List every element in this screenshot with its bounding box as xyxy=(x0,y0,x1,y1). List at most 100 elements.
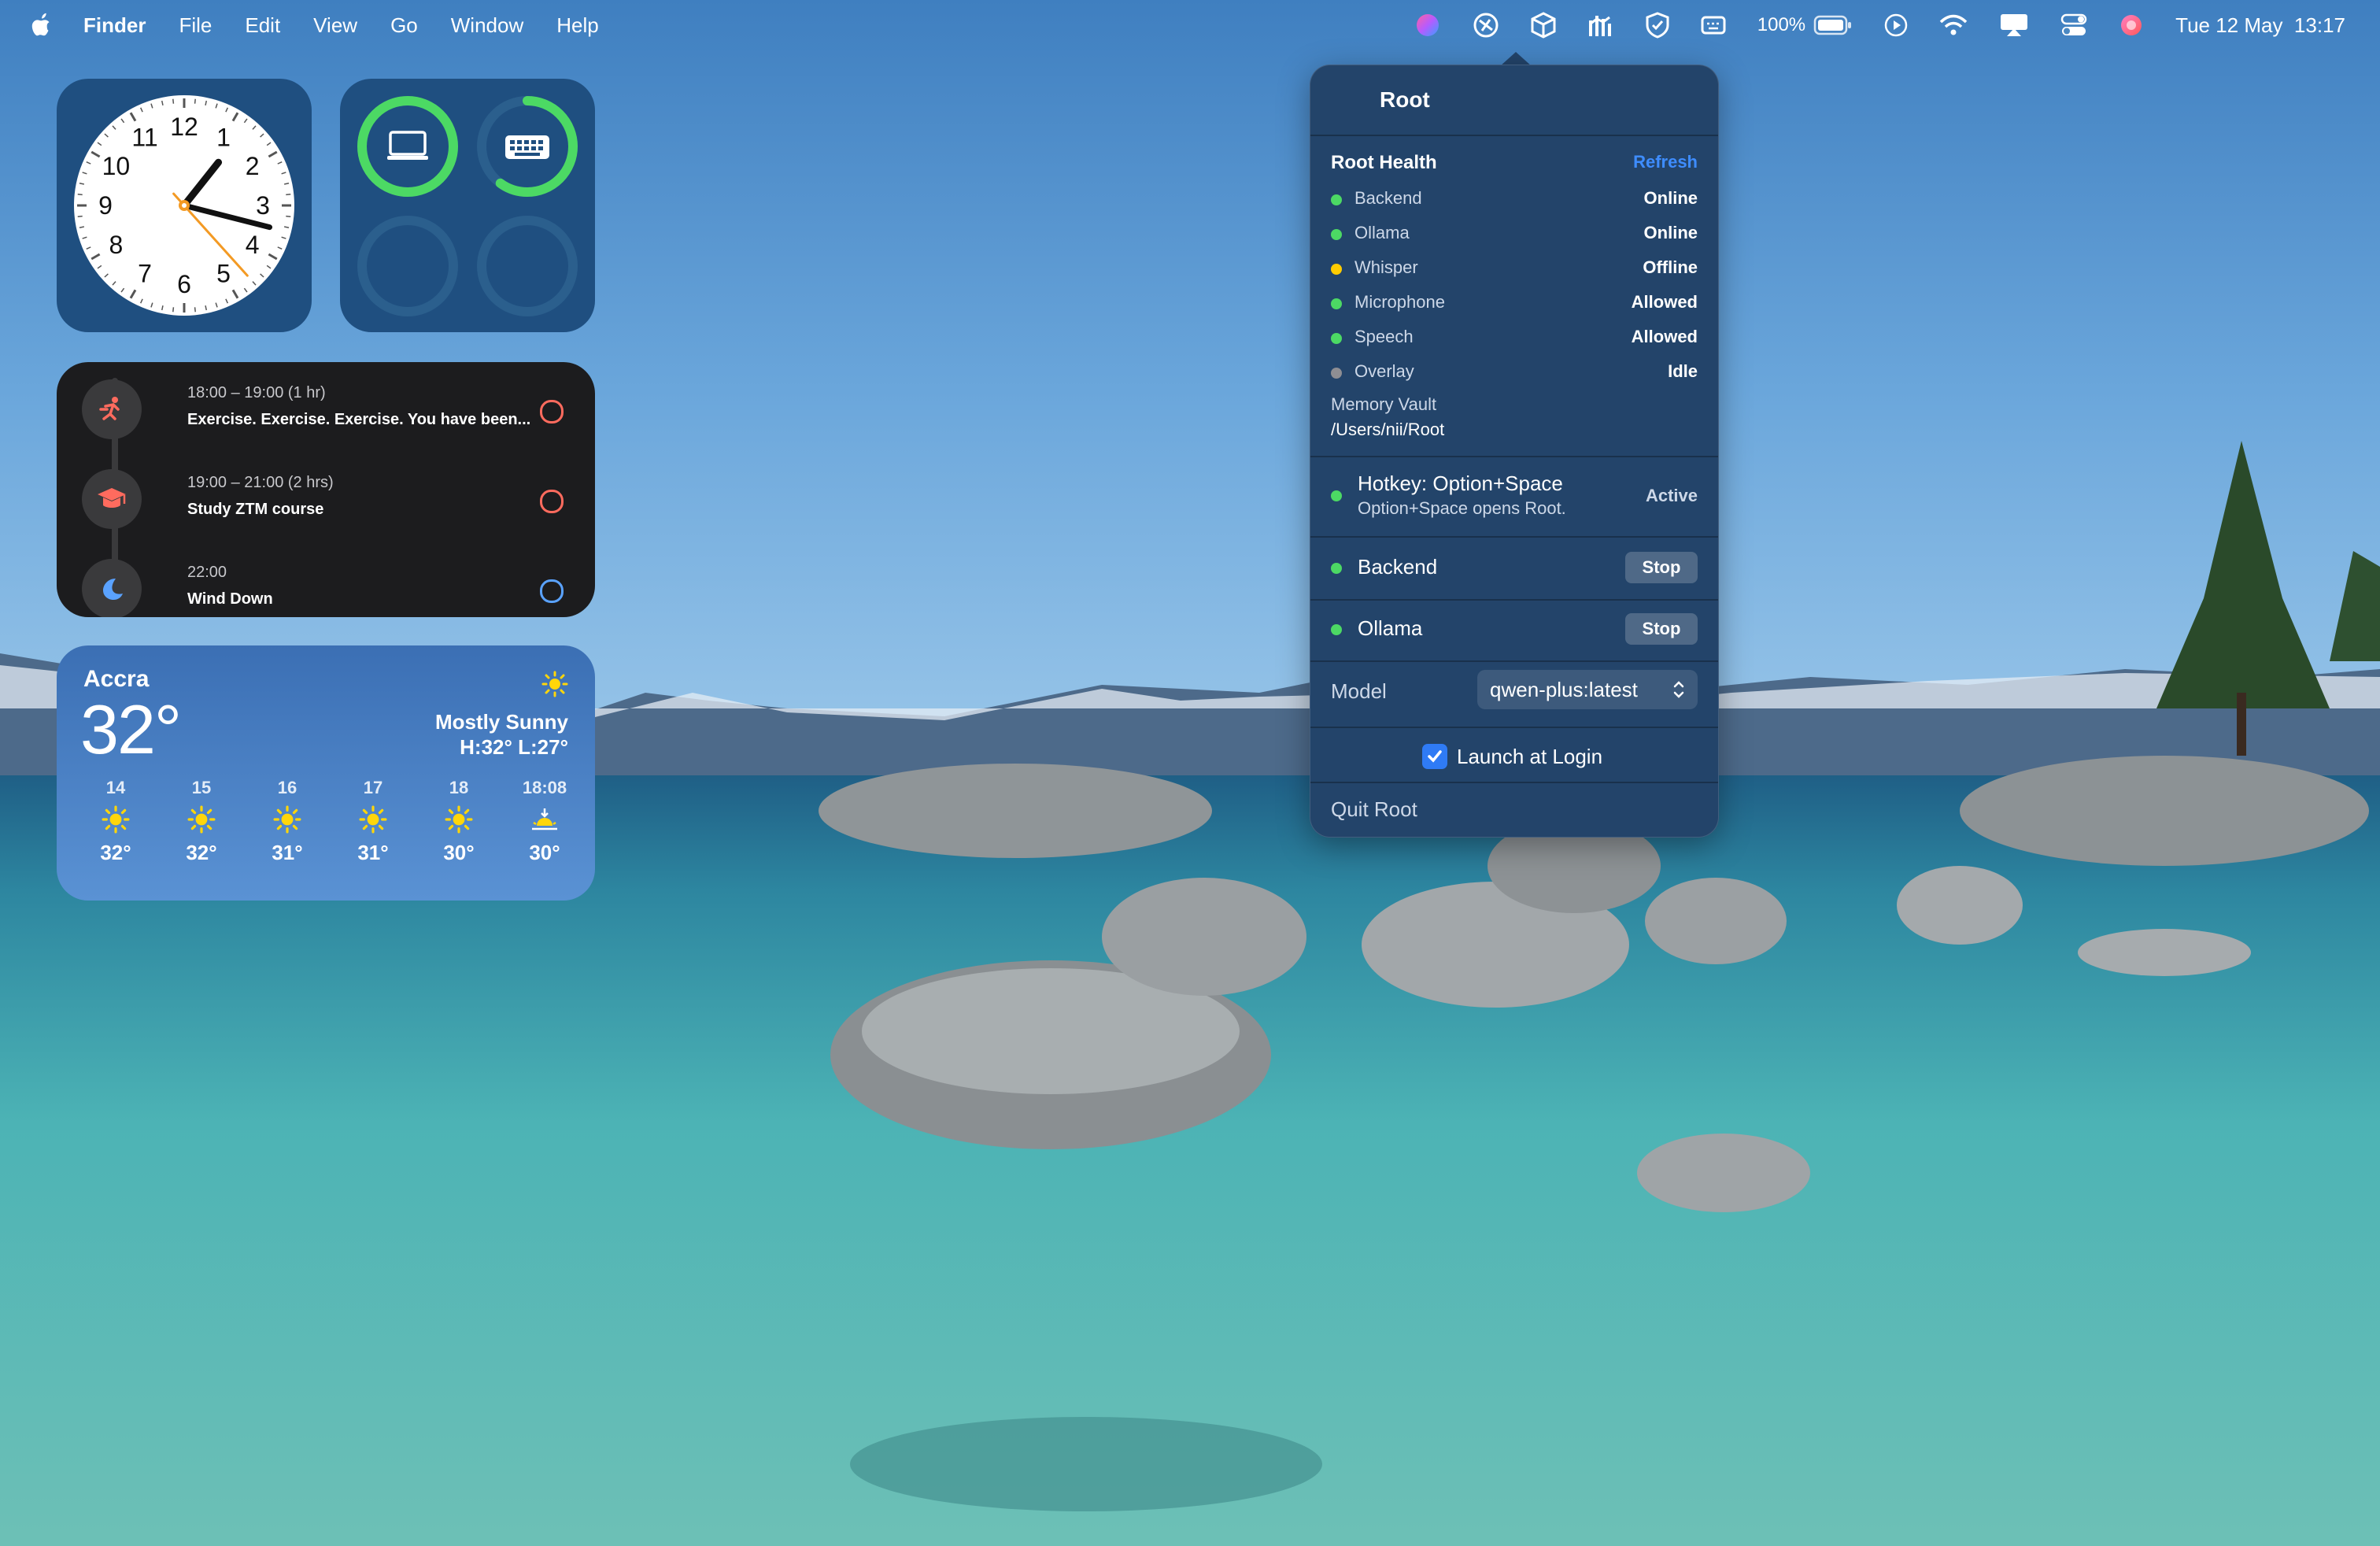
health-value: Allowed xyxy=(1631,292,1698,312)
laptop-battery-ring xyxy=(357,96,458,197)
backend-stop-button[interactable]: Stop xyxy=(1625,552,1698,583)
forecast-temp: 31° xyxy=(272,841,303,864)
status-dot xyxy=(1331,264,1342,275)
airplay-icon[interactable] xyxy=(1999,13,2029,38)
divider xyxy=(1310,782,1718,783)
health-row-overlay: Overlay Idle xyxy=(1331,360,1698,391)
quit-root-button[interactable]: Quit Root xyxy=(1331,797,1417,822)
health-value: Offline xyxy=(1643,257,1698,277)
clock-number: 7 xyxy=(138,260,152,288)
menu-bar: Finder File Edit View Go Window Help 100… xyxy=(0,0,2380,50)
clock-tick xyxy=(286,215,291,217)
menu-view[interactable]: View xyxy=(313,13,357,38)
clock-tick xyxy=(194,98,196,104)
forecast-temp: 30° xyxy=(529,841,560,864)
memory-vault-label: Memory Vault xyxy=(1331,394,1437,414)
battery-icon[interactable] xyxy=(1813,15,1853,35)
graduation-cap-icon xyxy=(82,469,142,529)
launch-at-login-toggle[interactable]: Launch at Login xyxy=(1422,741,1602,772)
battery-percentage: 100% xyxy=(1757,14,1806,35)
health-value: Online xyxy=(1643,188,1698,208)
apple-icon[interactable] xyxy=(30,12,55,39)
sunset-icon xyxy=(501,798,588,841)
clock-tick xyxy=(194,307,196,313)
menu-window[interactable]: Window xyxy=(451,13,523,38)
control-center-icon[interactable] xyxy=(2060,13,2087,37)
root-app-icon[interactable] xyxy=(1473,12,1499,39)
clock-number: 12 xyxy=(170,113,198,141)
model-select[interactable]: qwen-plus:latest xyxy=(1477,670,1698,709)
clock-number: 4 xyxy=(246,231,260,259)
wifi-icon[interactable] xyxy=(1939,14,1968,36)
sun-icon xyxy=(72,798,159,841)
ollama-stop-button[interactable]: Stop xyxy=(1625,613,1698,645)
laptop-icon xyxy=(387,131,428,160)
hotkey-subtitle: Option+Space opens Root. xyxy=(1358,498,1566,518)
divider xyxy=(1310,135,1718,136)
analog-clock: 12 12 3 45678 9 1011 xyxy=(74,95,294,316)
clock-widget[interactable]: 12 1 2 3 4 5 6 7 8 9 10 11 xyxy=(57,79,312,332)
keyboard-brightness-icon[interactable] xyxy=(1701,14,1726,36)
weather-temp: 32° xyxy=(80,690,182,768)
hotkey-status-dot xyxy=(1331,490,1342,501)
checkbox-checked-icon[interactable] xyxy=(1422,744,1447,769)
hotkey-title: Hotkey: Option+Space xyxy=(1358,472,1563,495)
event-status-circle[interactable] xyxy=(540,579,564,603)
health-row-backend: Backend Online xyxy=(1331,187,1698,218)
launch-at-login-label: Launch at Login xyxy=(1457,744,1603,768)
siri-colored-icon[interactable] xyxy=(1414,12,1441,39)
menu-edit[interactable]: Edit xyxy=(245,13,280,38)
refresh-button[interactable]: Refresh xyxy=(1633,152,1698,172)
calendar-up-next-widget[interactable]: 18:00 – 19:00 (1 hr) Exercise. Exercise.… xyxy=(57,362,595,617)
weather-condition: Mostly Sunny xyxy=(434,710,568,734)
divider xyxy=(1310,536,1718,538)
clock-number: 9 xyxy=(98,191,113,220)
status-dot xyxy=(1331,298,1342,309)
status-dot xyxy=(1331,333,1342,344)
popover-title: Root xyxy=(1380,87,1430,112)
ollama-status-dot xyxy=(1331,624,1342,635)
forecast-day: 18 30° xyxy=(416,778,502,865)
play-icon[interactable] xyxy=(1884,13,1908,37)
siri-icon[interactable] xyxy=(2119,13,2144,38)
event-status-circle[interactable] xyxy=(540,490,564,513)
health-label: Microphone xyxy=(1354,292,1445,312)
model-label: Model xyxy=(1331,679,1387,703)
menu-go[interactable]: Go xyxy=(390,13,418,38)
status-dot xyxy=(1331,229,1342,240)
batteries-widget[interactable] xyxy=(340,79,595,332)
event-status-circle[interactable] xyxy=(540,400,564,423)
health-row-microphone: Microphone Allowed xyxy=(1331,290,1698,322)
health-row-speech: Speech Allowed xyxy=(1331,325,1698,357)
menu-file[interactable]: File xyxy=(179,13,212,38)
shield-icon[interactable] xyxy=(1646,12,1669,39)
calendar-event[interactable]: 19:00 – 21:00 (2 hrs) Study ZTM course xyxy=(82,458,570,534)
forecast-temp: 32° xyxy=(100,841,131,864)
sun-icon xyxy=(158,798,245,841)
status-dot xyxy=(1331,368,1342,379)
forecast-label: 14 xyxy=(105,778,126,797)
clock-number: 1 xyxy=(216,123,231,151)
menu-finder[interactable]: Finder xyxy=(83,13,146,38)
clock-tick xyxy=(77,194,83,196)
calendar-event[interactable]: 18:00 – 19:00 (1 hr) Exercise. Exercise.… xyxy=(82,368,570,444)
health-heading: Root Health xyxy=(1331,152,1437,173)
event-time: 18:00 – 19:00 (1 hr) xyxy=(187,384,326,401)
divider xyxy=(1310,660,1718,662)
divider xyxy=(1310,456,1718,457)
event-title: Exercise. Exercise. Exercise. You have b… xyxy=(187,411,531,428)
network-icon[interactable] xyxy=(1587,13,1614,38)
forecast-temp: 31° xyxy=(357,841,389,864)
weather-hi-lo: H:32° L:27° xyxy=(460,735,568,759)
weather-city: Accra xyxy=(83,666,150,692)
weather-widget[interactable]: Accra 32° Mostly Sunny H:32° L:27° 14 32°… xyxy=(57,645,595,901)
forecast-day: 16 31° xyxy=(244,778,331,865)
menu-help[interactable]: Help xyxy=(556,13,598,38)
menubar-datetime[interactable]: Tue 12 May 13:17 xyxy=(2175,13,2345,38)
box-icon[interactable] xyxy=(1531,12,1556,39)
clock-tick xyxy=(172,98,175,104)
calendar-event[interactable]: 22:00 Wind Down xyxy=(82,548,570,617)
keyboard-icon xyxy=(505,135,549,159)
health-value: Idle xyxy=(1668,361,1698,381)
memory-vault-path: /Users/nii/Root xyxy=(1331,420,1445,439)
